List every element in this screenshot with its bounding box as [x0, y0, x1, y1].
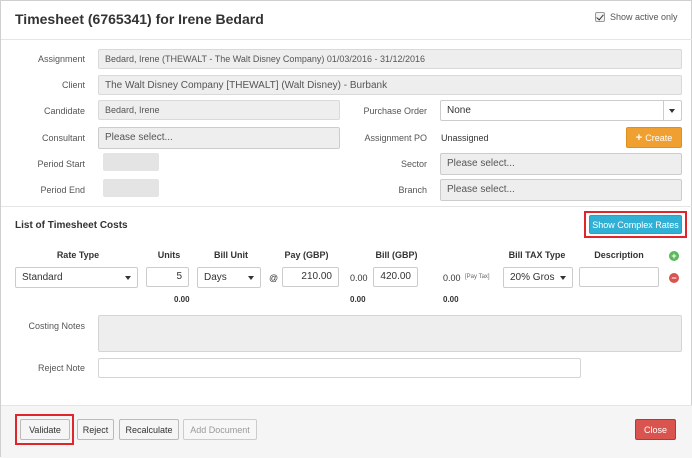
chevron-down-icon	[248, 276, 254, 280]
pay-input[interactable]: 210.00	[282, 267, 339, 287]
chevron-down-icon	[125, 276, 131, 280]
create-po-button[interactable]: + Create	[626, 127, 682, 148]
bill-unit-select[interactable]: Days	[197, 267, 261, 288]
show-active-only-toggle[interactable]: Show active only	[595, 12, 678, 22]
chevron-down-icon	[560, 276, 566, 280]
bill-total: 0.00	[443, 295, 459, 304]
units-input[interactable]: 5	[146, 267, 189, 287]
add-document-button[interactable]: Add Document	[183, 419, 257, 440]
show-active-checkbox[interactable]	[595, 12, 605, 22]
rate-type-value: Standard	[22, 272, 63, 283]
assignment-field: Bedard, Irene (THEWALT - The Walt Disney…	[98, 49, 682, 69]
candidate-field: Bedard, Irene	[98, 100, 340, 120]
assignment-po-label: Assignment PO	[364, 133, 427, 143]
assignment-label: Assignment	[37, 54, 85, 64]
costing-notes-textarea[interactable]	[98, 315, 682, 352]
bill-row-total: 0.00	[443, 273, 461, 283]
bill-tax-type-select[interactable]: 20% Gros	[503, 267, 573, 288]
bill-header: Bill (GBP)	[375, 250, 418, 260]
reject-note-label: Reject Note	[37, 363, 85, 373]
close-button[interactable]: Close	[635, 419, 676, 440]
period-start-label: Period Start	[37, 159, 85, 169]
costing-notes-label: Costing Notes	[28, 321, 85, 331]
assignment-po-value: Unassigned	[441, 133, 489, 143]
purchase-order-value: None	[447, 105, 471, 116]
bill-tax-type-value: 20% Gros	[510, 272, 555, 283]
consultant-label: Consultant	[41, 133, 85, 143]
client-label: Client	[61, 80, 85, 90]
validate-button[interactable]: Validate	[20, 419, 70, 440]
rate-type-select[interactable]: Standard	[15, 267, 138, 288]
consultant-select[interactable]: Please select...	[98, 127, 340, 149]
recalculate-button[interactable]: Recalculate	[119, 419, 179, 440]
remove-row-icon[interactable]: −	[669, 273, 679, 283]
description-header: Description	[594, 250, 644, 260]
pay-header: Pay (GBP)	[284, 250, 329, 260]
purchase-order-dropdown-button[interactable]	[663, 101, 681, 120]
period-end-value	[103, 179, 159, 197]
bill-input[interactable]: 420.00	[373, 267, 418, 287]
bill-unit-header: Bill Unit	[214, 250, 248, 260]
period-end-label: Period End	[40, 185, 85, 195]
reject-note-input[interactable]	[98, 358, 581, 378]
reject-button[interactable]: Reject	[77, 419, 114, 440]
rate-type-header: Rate Type	[56, 250, 100, 260]
create-po-label: Create	[645, 132, 673, 143]
candidate-label: Candidate	[43, 106, 85, 116]
branch-label: Branch	[398, 185, 427, 195]
bill-tax-type-header: Bill TAX Type	[508, 250, 566, 260]
period-start-value	[103, 153, 159, 171]
costs-section-title: List of Timesheet Costs	[15, 220, 128, 231]
pay-total: 0.00	[350, 295, 366, 304]
chevron-down-icon	[669, 109, 675, 113]
show-complex-rates-button[interactable]: Show Complex Rates	[589, 215, 682, 234]
units-header: Units	[157, 250, 181, 260]
description-input[interactable]	[579, 267, 659, 287]
at-symbol: @	[269, 273, 279, 283]
bill-unit-value: Days	[204, 272, 227, 283]
branch-select[interactable]: Please select...	[440, 179, 682, 201]
sector-select[interactable]: Please select...	[440, 153, 682, 175]
header-divider	[1, 39, 692, 40]
units-total: 0.00	[174, 295, 190, 304]
pay-tax-label: [Pay Tax]	[465, 274, 490, 280]
pay-row-total: 0.00	[350, 273, 368, 283]
plus-icon: +	[635, 131, 643, 144]
timesheet-modal: Timesheet (6765341) for Irene Bedard Sho…	[0, 0, 692, 458]
sector-label: Sector	[400, 159, 427, 169]
show-active-label: Show active only	[610, 12, 678, 22]
section-divider	[1, 206, 692, 207]
modal-title: Timesheet (6765341) for Irene Bedard	[15, 11, 264, 27]
purchase-order-select[interactable]: None	[440, 100, 682, 121]
add-row-icon[interactable]: +	[669, 251, 679, 261]
client-field: The Walt Disney Company [THEWALT] (Walt …	[98, 75, 682, 95]
purchase-order-label: Purchase Order	[363, 106, 427, 116]
